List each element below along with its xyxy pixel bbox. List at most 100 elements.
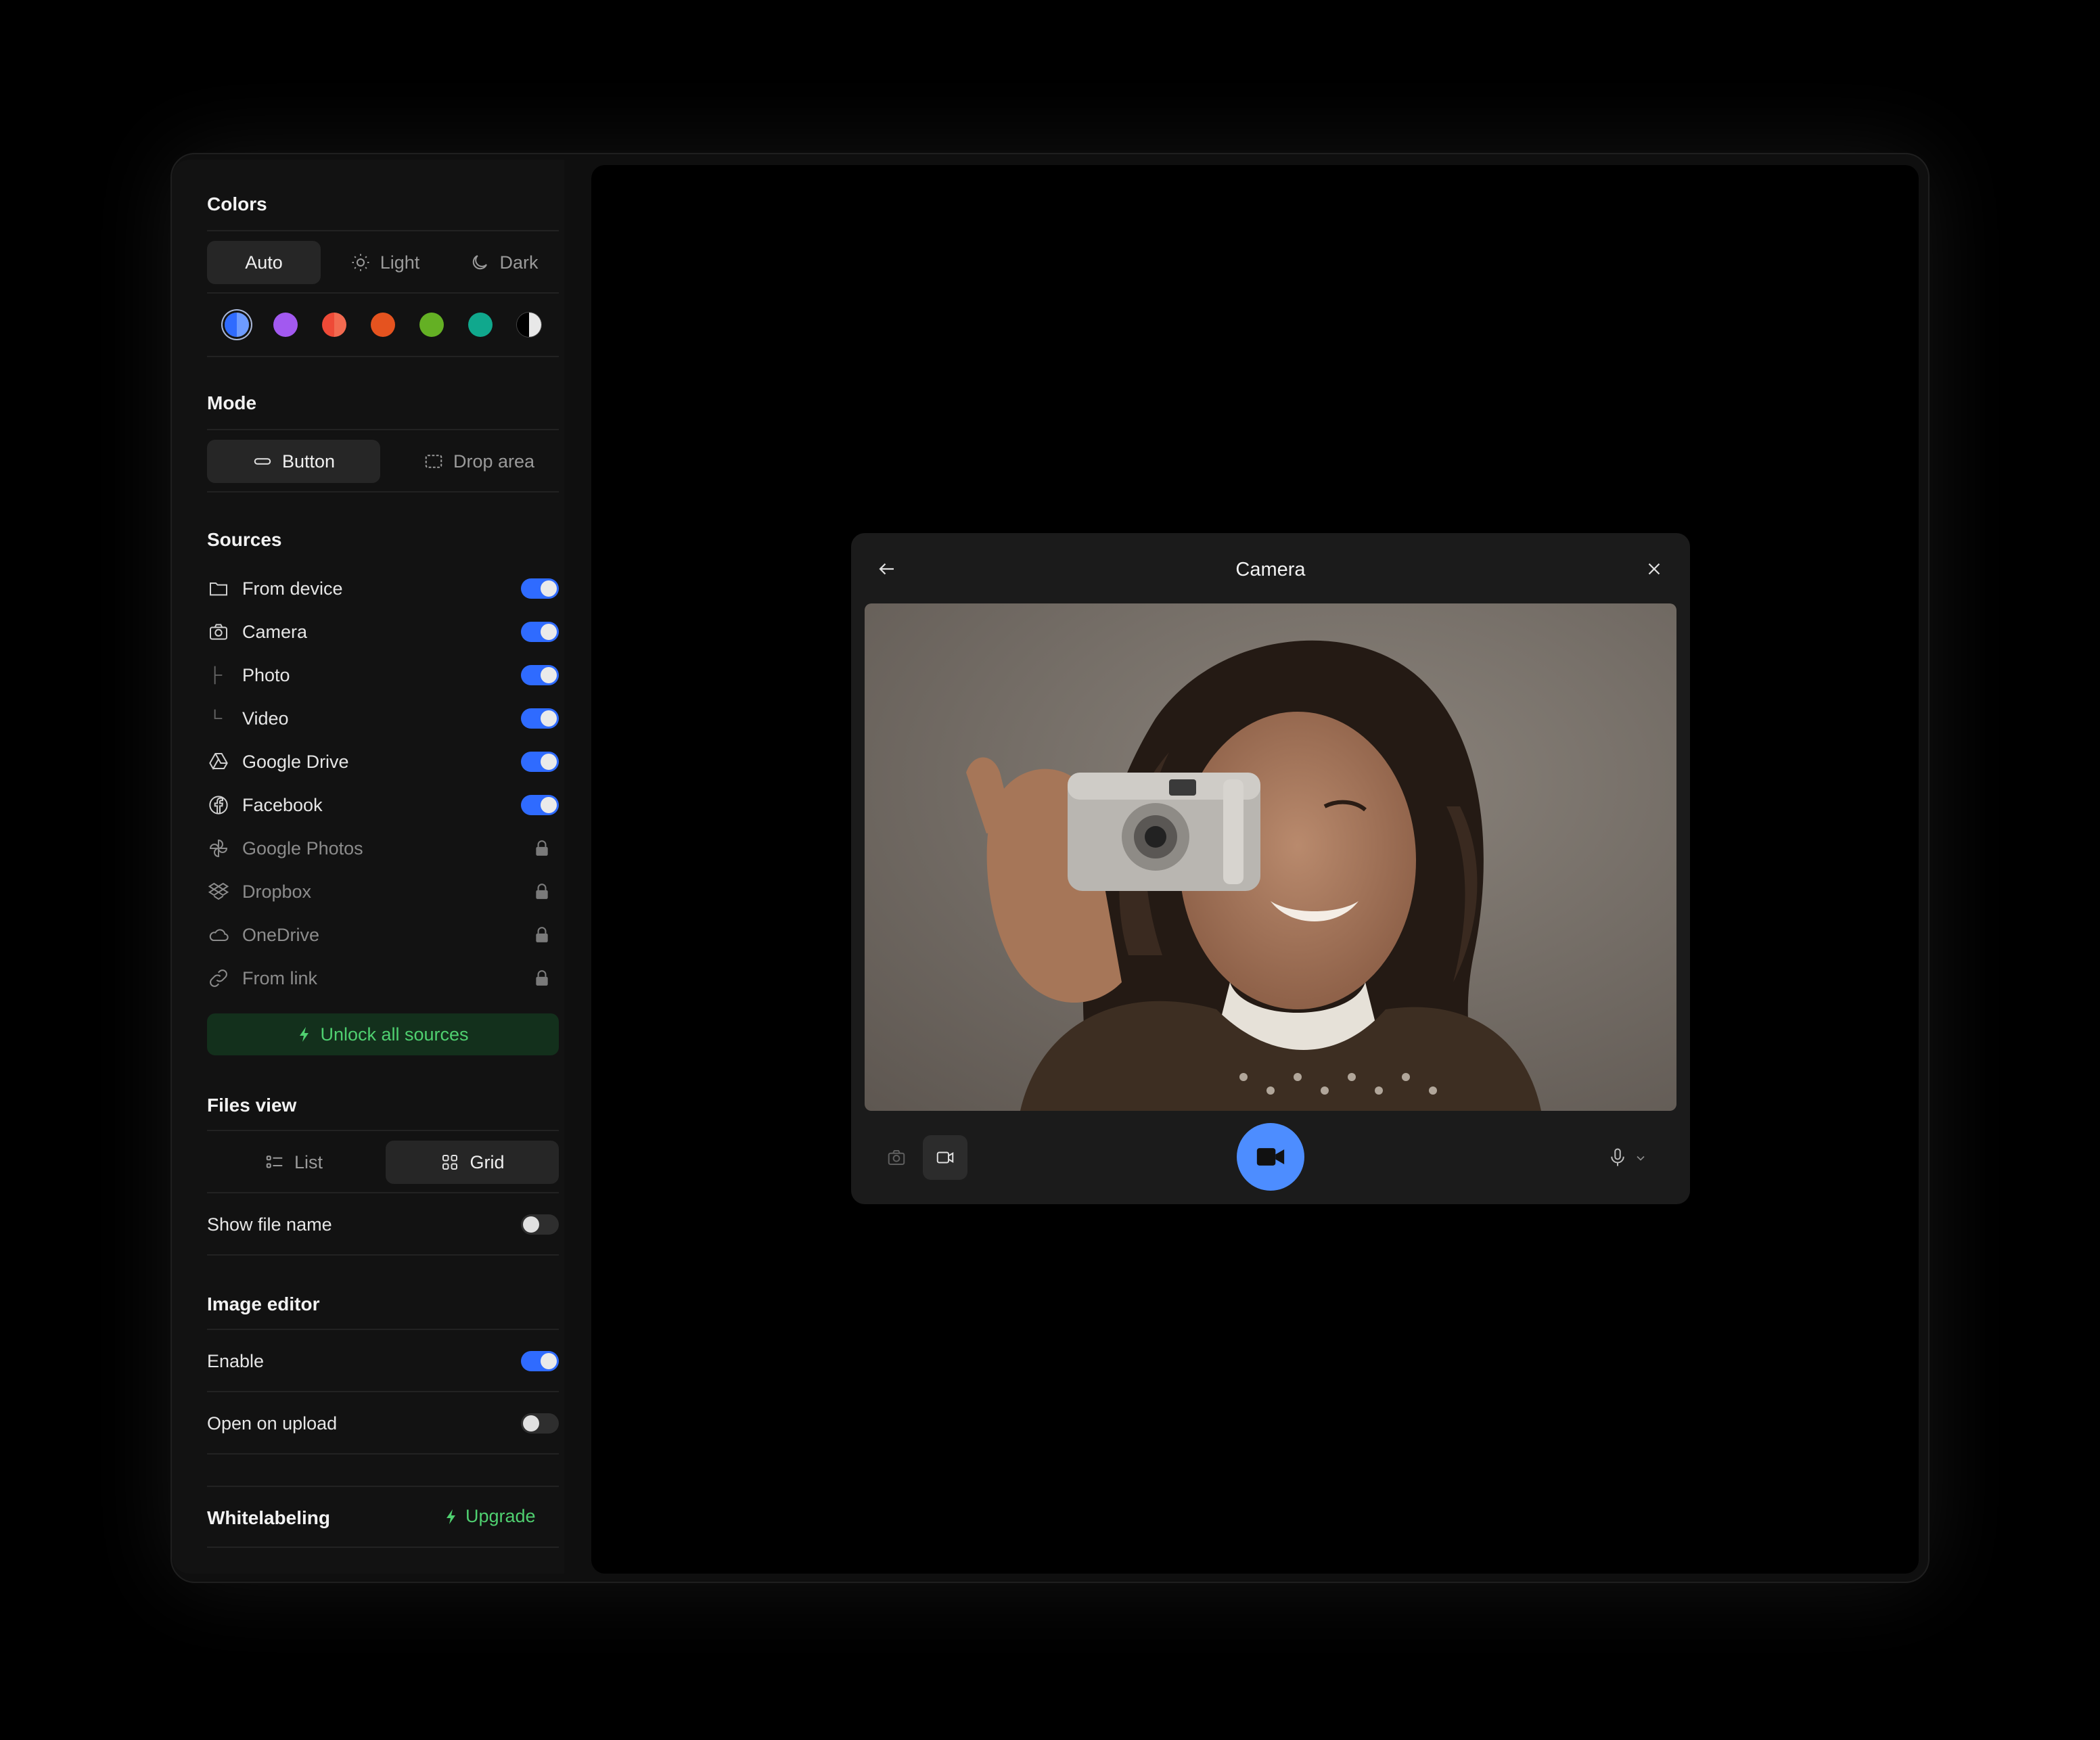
onedrive-icon <box>209 929 229 941</box>
mode-button-option[interactable]: Button <box>207 440 380 483</box>
link-icon <box>210 969 227 987</box>
open-on-upload-row[interactable]: Open on upload <box>207 1409 559 1438</box>
mode-button-label: Button <box>281 451 336 472</box>
theme-dark-label: Dark <box>499 252 539 273</box>
source-row-onedrive[interactable]: OneDrive <box>207 920 559 950</box>
divider <box>207 1391 559 1392</box>
camera-icon <box>210 624 227 640</box>
image-editor-title: Image editor <box>207 1293 320 1314</box>
microphone-icon[interactable] <box>1607 1146 1628 1169</box>
grid-icon <box>442 1155 458 1170</box>
close-icon[interactable] <box>1644 559 1664 579</box>
source-row-google-photos[interactable]: Google Photos <box>207 833 559 863</box>
google-drive-toggle[interactable] <box>521 752 559 772</box>
source-label: Photo <box>242 664 290 685</box>
source-label: From link <box>242 967 318 988</box>
mode-title: Mode <box>207 392 257 413</box>
swatch-teal[interactable] <box>468 313 493 337</box>
lightning-icon <box>300 1027 309 1042</box>
list-label: List <box>294 1151 323 1172</box>
google-drive-icon <box>209 753 228 770</box>
from-device-toggle[interactable] <box>521 578 559 599</box>
source-label: Dropbox <box>242 881 312 902</box>
source-row-camera[interactable]: Camera <box>207 617 559 647</box>
source-label: Google Photos <box>242 838 363 858</box>
source-label: Camera <box>242 621 308 642</box>
swatch-orange[interactable] <box>371 313 395 337</box>
theme-auto-button[interactable]: Auto <box>207 241 321 284</box>
open-on-upload-toggle[interactable] <box>521 1413 559 1434</box>
files-view-list-option[interactable]: List <box>207 1141 380 1184</box>
source-label: OneDrive <box>242 924 320 945</box>
lock-icon <box>536 840 548 856</box>
source-row-facebook[interactable]: Facebook <box>207 790 559 820</box>
grid-label: Grid <box>470 1151 505 1172</box>
photo-mode-icon[interactable] <box>885 1147 908 1168</box>
theme-auto-label: Auto <box>245 252 283 273</box>
source-row-dropbox[interactable]: Dropbox <box>207 877 559 907</box>
divider <box>207 1329 559 1330</box>
divider <box>207 1130 559 1131</box>
whitelabeling-title: Whitelabeling <box>207 1507 330 1528</box>
divider <box>207 1254 559 1256</box>
source-label: Video <box>242 708 289 729</box>
swatch-contrast[interactable] <box>517 313 541 337</box>
enable-label: Enable <box>207 1350 265 1371</box>
video-mode-button[interactable] <box>923 1135 967 1180</box>
lock-icon <box>536 970 548 986</box>
image-editor-enable-toggle[interactable] <box>521 1351 559 1371</box>
folder-icon <box>210 582 227 596</box>
mode-drop-area-option[interactable]: Drop area <box>399 440 559 483</box>
theme-light-button[interactable]: Light <box>334 241 436 284</box>
source-label: Google Drive <box>242 751 349 772</box>
show-file-name-row[interactable]: Show file name <box>207 1210 559 1239</box>
divider <box>207 230 559 231</box>
dropbox-icon <box>208 882 229 900</box>
sources-title: Sources <box>207 529 282 550</box>
swatch-green[interactable] <box>419 313 444 337</box>
camera-modal-title: Camera <box>1235 559 1306 580</box>
theme-dark-button[interactable]: Dark <box>453 241 555 284</box>
moon-icon <box>473 255 488 270</box>
swatch-red[interactable] <box>322 313 346 337</box>
record-button[interactable] <box>1237 1123 1304 1191</box>
lock-icon <box>536 927 548 942</box>
tree-branch-icon <box>214 666 223 685</box>
lock-icon <box>536 884 548 899</box>
upgrade-link[interactable]: Upgrade <box>444 1506 536 1527</box>
files-view-title: Files view <box>207 1095 297 1116</box>
image-editor-enable-row[interactable]: Enable <box>207 1346 559 1376</box>
source-row-video[interactable]: Video <box>207 704 559 733</box>
divider <box>207 1486 559 1487</box>
facebook-toggle[interactable] <box>521 795 559 815</box>
sun-icon <box>352 254 369 271</box>
source-row-photo[interactable]: Photo <box>207 660 559 690</box>
video-camera-icon <box>1256 1148 1285 1166</box>
camera-preview <box>865 603 1676 1111</box>
upgrade-label: Upgrade <box>465 1506 536 1526</box>
unlock-label: Unlock all sources <box>320 1024 469 1045</box>
video-toggle[interactable] <box>521 708 559 729</box>
divider <box>207 1192 559 1193</box>
files-view-grid-option[interactable]: Grid <box>386 1141 559 1184</box>
source-label: Facebook <box>242 794 323 815</box>
lightning-icon <box>447 1509 455 1524</box>
chevron-down-icon[interactable] <box>1633 1151 1648 1165</box>
source-row-from-link[interactable]: From link <box>207 963 559 993</box>
show-file-name-toggle[interactable] <box>521 1214 559 1235</box>
source-row-from-device[interactable]: From device <box>207 574 559 603</box>
video-camera-icon <box>936 1151 954 1164</box>
list-icon <box>266 1155 283 1168</box>
mode-drop-area-label: Drop area <box>453 451 535 472</box>
camera-toggle[interactable] <box>521 622 559 642</box>
tree-end-icon <box>214 709 223 719</box>
source-row-google-drive[interactable]: Google Drive <box>207 747 559 777</box>
theme-light-label: Light <box>380 252 420 273</box>
open-on-upload-label: Open on upload <box>207 1413 338 1434</box>
swatch-blue[interactable] <box>225 313 249 337</box>
swatch-purple[interactable] <box>273 313 298 337</box>
show-file-name-label: Show file name <box>207 1214 332 1235</box>
unlock-all-sources-button[interactable]: Unlock all sources <box>207 1013 559 1055</box>
drop-area-icon <box>425 455 442 468</box>
photo-toggle[interactable] <box>521 665 559 685</box>
